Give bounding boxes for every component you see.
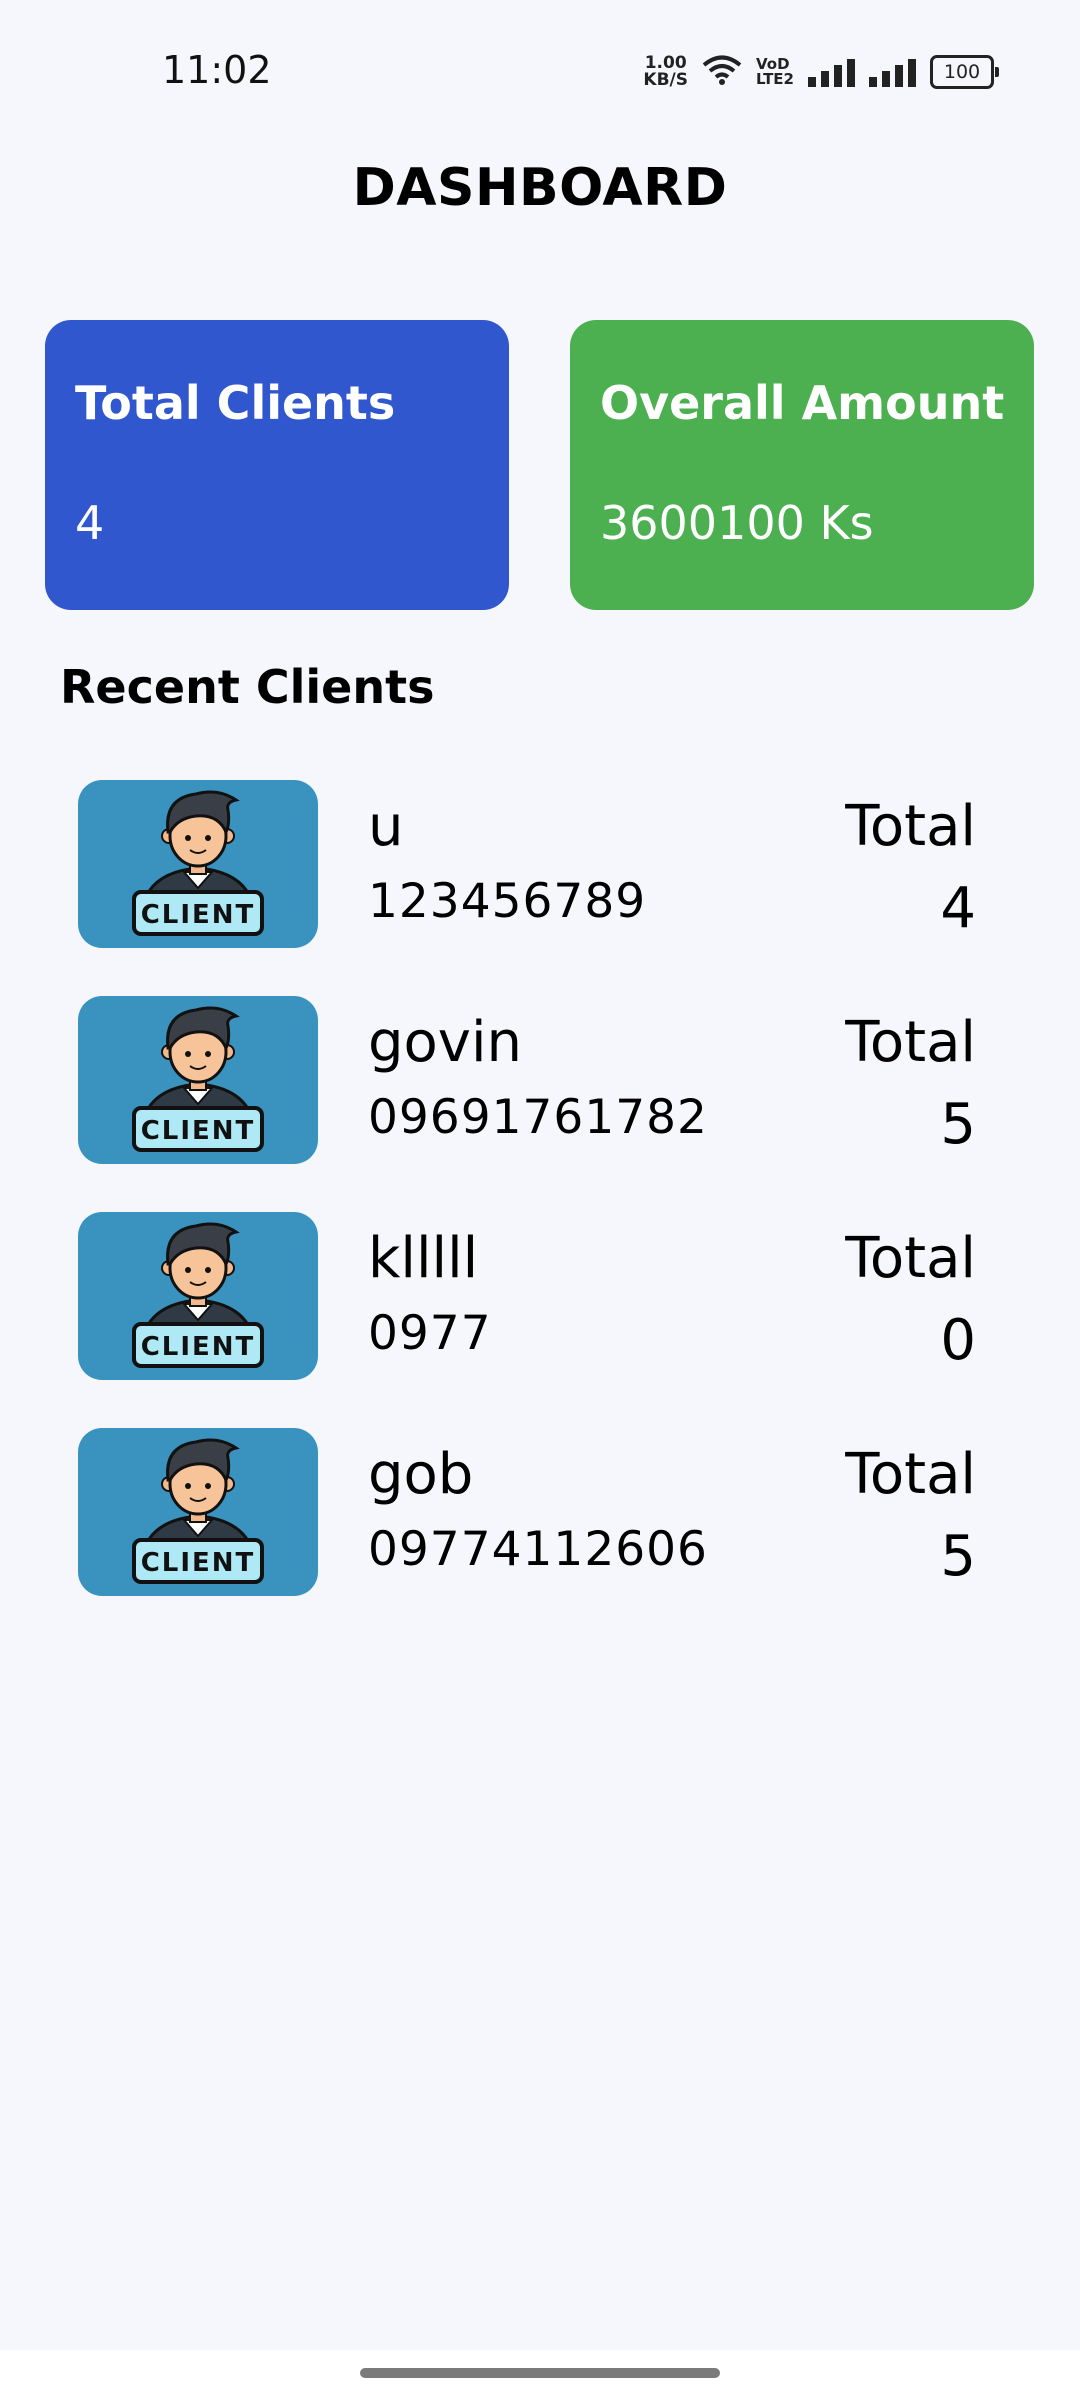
client-row[interactable]: CLIENT gob 09774112606 Total 5 [78, 1428, 978, 1598]
client-badge-text: CLIENT [141, 1116, 256, 1146]
client-total-value: 5 [940, 1092, 976, 1157]
client-row[interactable]: CLIENT u 123456789 Total 4 [78, 780, 978, 950]
overall-amount-card[interactable]: Overall Amount 3600100 Ks [570, 320, 1034, 610]
wifi-icon [702, 54, 742, 90]
client-total-label: Total [845, 1442, 976, 1507]
client-phone: 0977 [368, 1306, 492, 1361]
overall-amount-value: 3600100 Ks [600, 496, 874, 550]
client-row[interactable]: CLIENT klllll 0977 Total 0 [78, 1212, 978, 1382]
client-name: u [368, 794, 404, 859]
client-total-label: Total [845, 1226, 976, 1291]
client-phone: 09774112606 [368, 1522, 708, 1577]
client-name: govin [368, 1010, 522, 1075]
status-time: 11:02 [162, 48, 272, 92]
client-badge-text: CLIENT [141, 1548, 256, 1578]
client-name: gob [368, 1442, 474, 1507]
page-title: DASHBOARD [352, 158, 728, 218]
network-speed: 1.00 KB/S [643, 55, 688, 89]
client-name: klllll [368, 1226, 479, 1291]
battery-icon: 100 [930, 55, 999, 89]
client-badge-text: CLIENT [141, 900, 256, 930]
volte-bottom: LTE2 [756, 70, 794, 88]
total-clients-label: Total Clients [75, 376, 396, 430]
client-badge-text: CLIENT [141, 1332, 256, 1362]
overall-amount-label: Overall Amount [600, 376, 1005, 430]
client-total-value: 0 [940, 1308, 976, 1373]
signal-icon [808, 57, 855, 87]
client-avatar-icon: CLIENT [78, 780, 318, 948]
total-clients-card[interactable]: Total Clients 4 [45, 320, 509, 610]
volte-indicator: VoD LTE2 [756, 57, 794, 87]
home-indicator[interactable] [360, 2368, 720, 2378]
status-bar: 11:02 1.00 KB/S VoD LTE2 100 [0, 0, 1080, 140]
recent-clients-title: Recent Clients [60, 660, 435, 714]
client-avatar-icon: CLIENT [78, 996, 318, 1164]
network-speed-unit: KB/S [643, 70, 688, 90]
client-total-value: 5 [940, 1524, 976, 1589]
client-row[interactable]: CLIENT govin 09691761782 Total 5 [78, 996, 978, 1166]
client-avatar-icon: CLIENT [78, 1212, 318, 1380]
total-clients-value: 4 [75, 496, 105, 550]
client-total-value: 4 [940, 876, 976, 941]
client-total-label: Total [845, 794, 976, 859]
client-total-label: Total [845, 1010, 976, 1075]
signal-icon [869, 57, 916, 87]
client-avatar-icon: CLIENT [78, 1428, 318, 1596]
client-phone: 09691761782 [368, 1090, 708, 1145]
status-icons: 1.00 KB/S VoD LTE2 100 [643, 52, 1000, 92]
client-phone: 123456789 [368, 874, 647, 929]
